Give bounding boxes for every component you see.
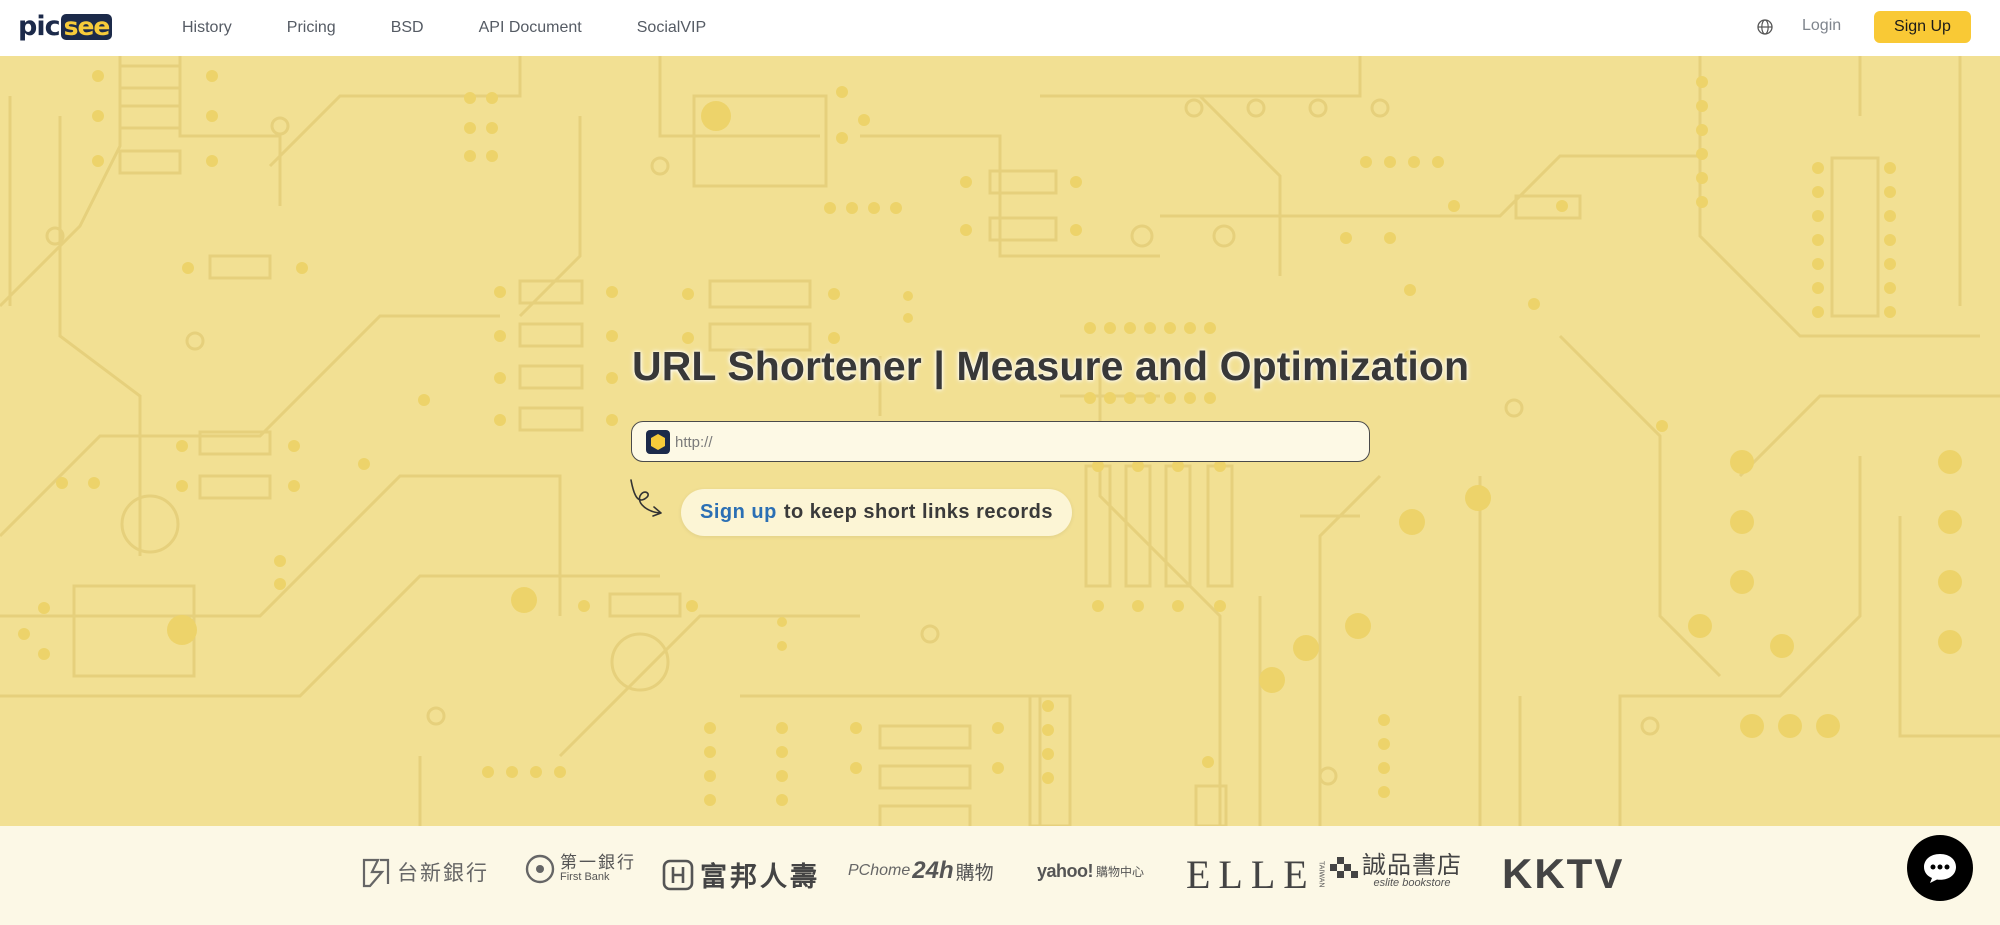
taishin-text: 台新銀行: [397, 862, 489, 885]
chat-button[interactable]: [1907, 835, 1973, 901]
eslite-en: eslite bookstore: [1373, 877, 1451, 890]
kktv-logo: KKTV: [1502, 850, 1624, 898]
first-bank-zh: 第一銀行: [560, 853, 636, 873]
pchome-logo: PChome 24h 購物: [848, 857, 994, 885]
eslite-zh: 誠品書店: [1362, 852, 1462, 879]
main-nav: History Pricing BSD API Document SocialV…: [182, 0, 761, 56]
picsee-logo[interactable]: pic see: [18, 11, 113, 42]
signup-button[interactable]: Sign Up: [1874, 11, 1971, 43]
signup-hint-pill: Sign up to keep short links records: [681, 489, 1072, 536]
fubon-text: 富邦人壽: [700, 862, 820, 892]
chat-bubble-icon: [1924, 854, 1956, 883]
partner-logos-strip: [0, 826, 2000, 925]
logo-text-pic: pic: [18, 11, 61, 42]
first-bank-mark-icon: [525, 854, 555, 884]
elle-taiwan-text: TAIWAN: [1317, 861, 1325, 888]
logo-badge-see: see: [60, 12, 113, 41]
yahoo-text-a: yahoo!: [1037, 861, 1094, 881]
pchome-text-b: 24h: [912, 857, 954, 884]
curly-arrow-icon: [630, 479, 662, 517]
logo-text-see: see: [63, 12, 111, 41]
pchome-text-a: PChome: [848, 862, 911, 879]
url-input-container[interactable]: [631, 421, 1370, 462]
signup-hint-text: to keep short links records: [783, 501, 1053, 523]
fubon-mark-icon: [662, 859, 694, 890]
login-link[interactable]: Login: [1802, 17, 1841, 35]
nav-api-document-link[interactable]: API Document: [479, 19, 582, 37]
eslite-logo: 誠品書店 eslite bookstore: [1330, 853, 1462, 890]
eslite-mark-icon: [1330, 857, 1358, 879]
signup-hint-link[interactable]: Sign up: [700, 501, 777, 524]
picsee-hexagon-icon: [646, 430, 670, 454]
elle-logo: ELLE TAIWAN: [1186, 851, 1325, 898]
yahoo-shopping-logo: yahoo! 購物中心: [1037, 861, 1144, 882]
globe-icon[interactable]: [1756, 18, 1774, 36]
first-bank-logo: 第一銀行 First Bank: [524, 853, 636, 885]
url-input[interactable]: [675, 428, 1355, 456]
page-title: URL Shortener | Measure and Optimization: [632, 343, 1470, 389]
nav-socialvip-link[interactable]: SocialVIP: [637, 19, 706, 37]
kktv-text: KKTV: [1502, 850, 1625, 897]
first-bank-en: First Bank: [560, 871, 610, 884]
nav-bsd-link[interactable]: BSD: [391, 19, 424, 37]
taishin-mark-icon: [362, 858, 390, 888]
top-navbar: pic see History Pricing BSD API Document…: [0, 0, 2000, 56]
pchome-text-c: 購物: [955, 862, 994, 884]
nav-pricing-link[interactable]: Pricing: [287, 19, 336, 37]
nav-history-link[interactable]: History: [182, 19, 232, 37]
taishin-bank-logo: 台新銀行: [360, 856, 489, 888]
yahoo-text-b: 購物中心: [1096, 865, 1145, 879]
fubon-life-logo: 富邦人壽: [662, 855, 820, 894]
elle-text: ELLE: [1186, 852, 1316, 897]
